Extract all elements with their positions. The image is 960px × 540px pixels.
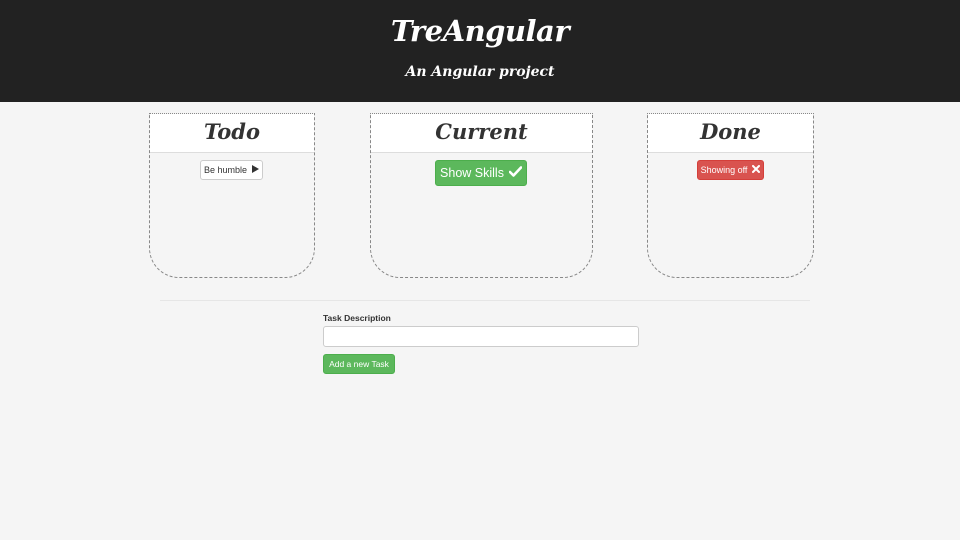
task-showing-off[interactable]: Showing off — [697, 160, 764, 180]
column-title-todo: Todo — [150, 114, 314, 153]
task-be-humble[interactable]: Be humble — [200, 160, 263, 180]
column-current: Current Show Skills — [370, 113, 593, 278]
column-todo: Todo Be humble — [149, 113, 315, 278]
column-title-done: Done — [648, 114, 813, 153]
check-icon — [508, 166, 523, 180]
app-header: TreAngular An Angular project — [0, 0, 960, 102]
task-show-skills[interactable]: Show Skills — [435, 160, 527, 186]
app-title: TreAngular — [390, 14, 570, 48]
app-subtitle: An Angular project — [405, 64, 555, 80]
section-divider — [160, 300, 810, 301]
column-title-current: Current — [371, 114, 592, 153]
task-label: Be humble — [203, 165, 248, 175]
column-done: Done Showing off — [647, 113, 814, 278]
task-label: Show Skills — [440, 166, 504, 180]
add-task-button[interactable]: Add a new Task — [323, 354, 395, 374]
play-icon — [252, 165, 260, 175]
add-task-button-label: Add a new Task — [329, 359, 389, 369]
times-icon — [752, 165, 761, 175]
task-label: Showing off — [700, 165, 748, 175]
task-description-input[interactable] — [323, 326, 639, 347]
task-description-label: Task Description — [323, 313, 391, 323]
